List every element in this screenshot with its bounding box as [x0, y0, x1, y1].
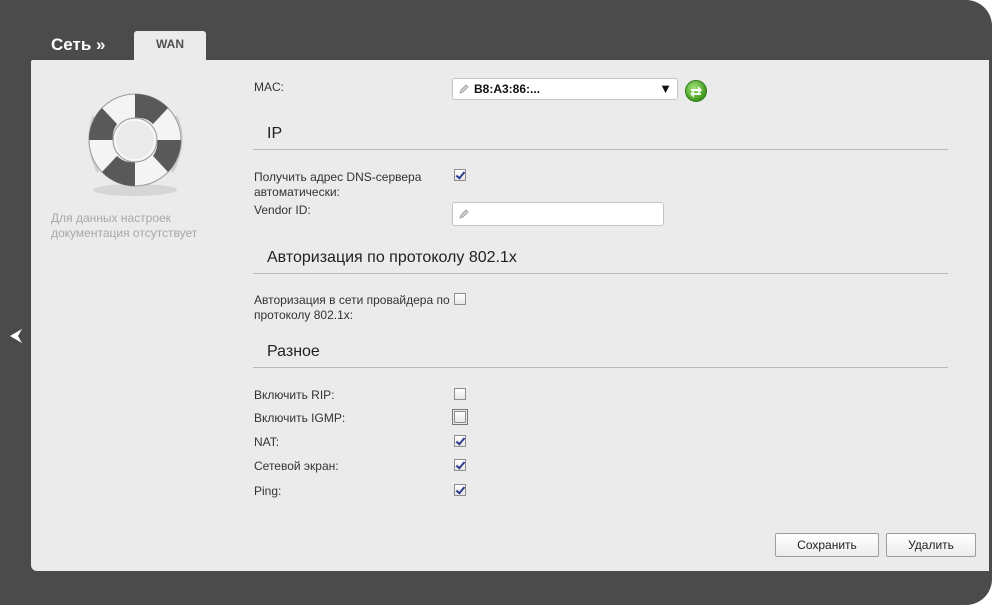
firewall-checkbox[interactable]: [454, 459, 466, 471]
ip-section-title: IP: [267, 125, 283, 142]
igmp-label: Включить IGMP:: [254, 411, 346, 425]
dropdown-arrow-icon: ▼: [659, 81, 672, 96]
dns-auto-checkbox[interactable]: [454, 169, 466, 181]
pencil-icon: [459, 209, 469, 219]
ping-checkbox[interactable]: [454, 484, 466, 496]
tab-wan[interactable]: WAN: [134, 31, 206, 60]
refresh-icon: [690, 86, 702, 98]
mac-label: MAC:: [254, 80, 284, 94]
ip-section-divider: [253, 149, 948, 150]
misc-section-divider: [253, 367, 948, 368]
breadcrumb[interactable]: Сеть »: [51, 35, 105, 55]
auth-section-divider: [253, 273, 948, 274]
nat-label: NAT:: [254, 435, 280, 449]
auth-8021x-label: Авторизация в сети провайдера по протоко…: [254, 293, 450, 322]
rip-checkbox[interactable]: [454, 388, 466, 400]
lifebuoy-icon: [88, 93, 183, 196]
refresh-mac-button[interactable]: [685, 80, 707, 102]
no-documentation-note: Для данных настроек документация отсутст…: [51, 211, 198, 240]
firewall-label: Сетевой экран:: [254, 459, 339, 473]
mac-value: B8:A3:86:...: [474, 82, 541, 96]
delete-button[interactable]: Удалить: [886, 533, 976, 557]
rip-label: Включить RIP:: [254, 388, 335, 402]
dns-auto-label: Получить адрес DNS-сервера автоматически…: [254, 170, 422, 199]
mac-select[interactable]: B8:A3:86:... ▼: [452, 78, 678, 100]
vendor-id-input[interactable]: [452, 202, 664, 226]
save-button[interactable]: Сохранить: [775, 533, 879, 557]
igmp-checkbox[interactable]: [452, 409, 468, 425]
vendor-id-label: Vendor ID:: [254, 203, 311, 217]
auth-section-title: Авторизация по протоколу 802.1x: [267, 249, 517, 266]
nat-checkbox[interactable]: [454, 435, 466, 447]
ping-label: Ping:: [254, 484, 282, 498]
back-arrow-icon[interactable]: [6, 325, 28, 347]
pencil-icon: [459, 84, 469, 94]
misc-section-title: Разное: [267, 343, 320, 360]
auth-8021x-checkbox[interactable]: [454, 293, 466, 305]
